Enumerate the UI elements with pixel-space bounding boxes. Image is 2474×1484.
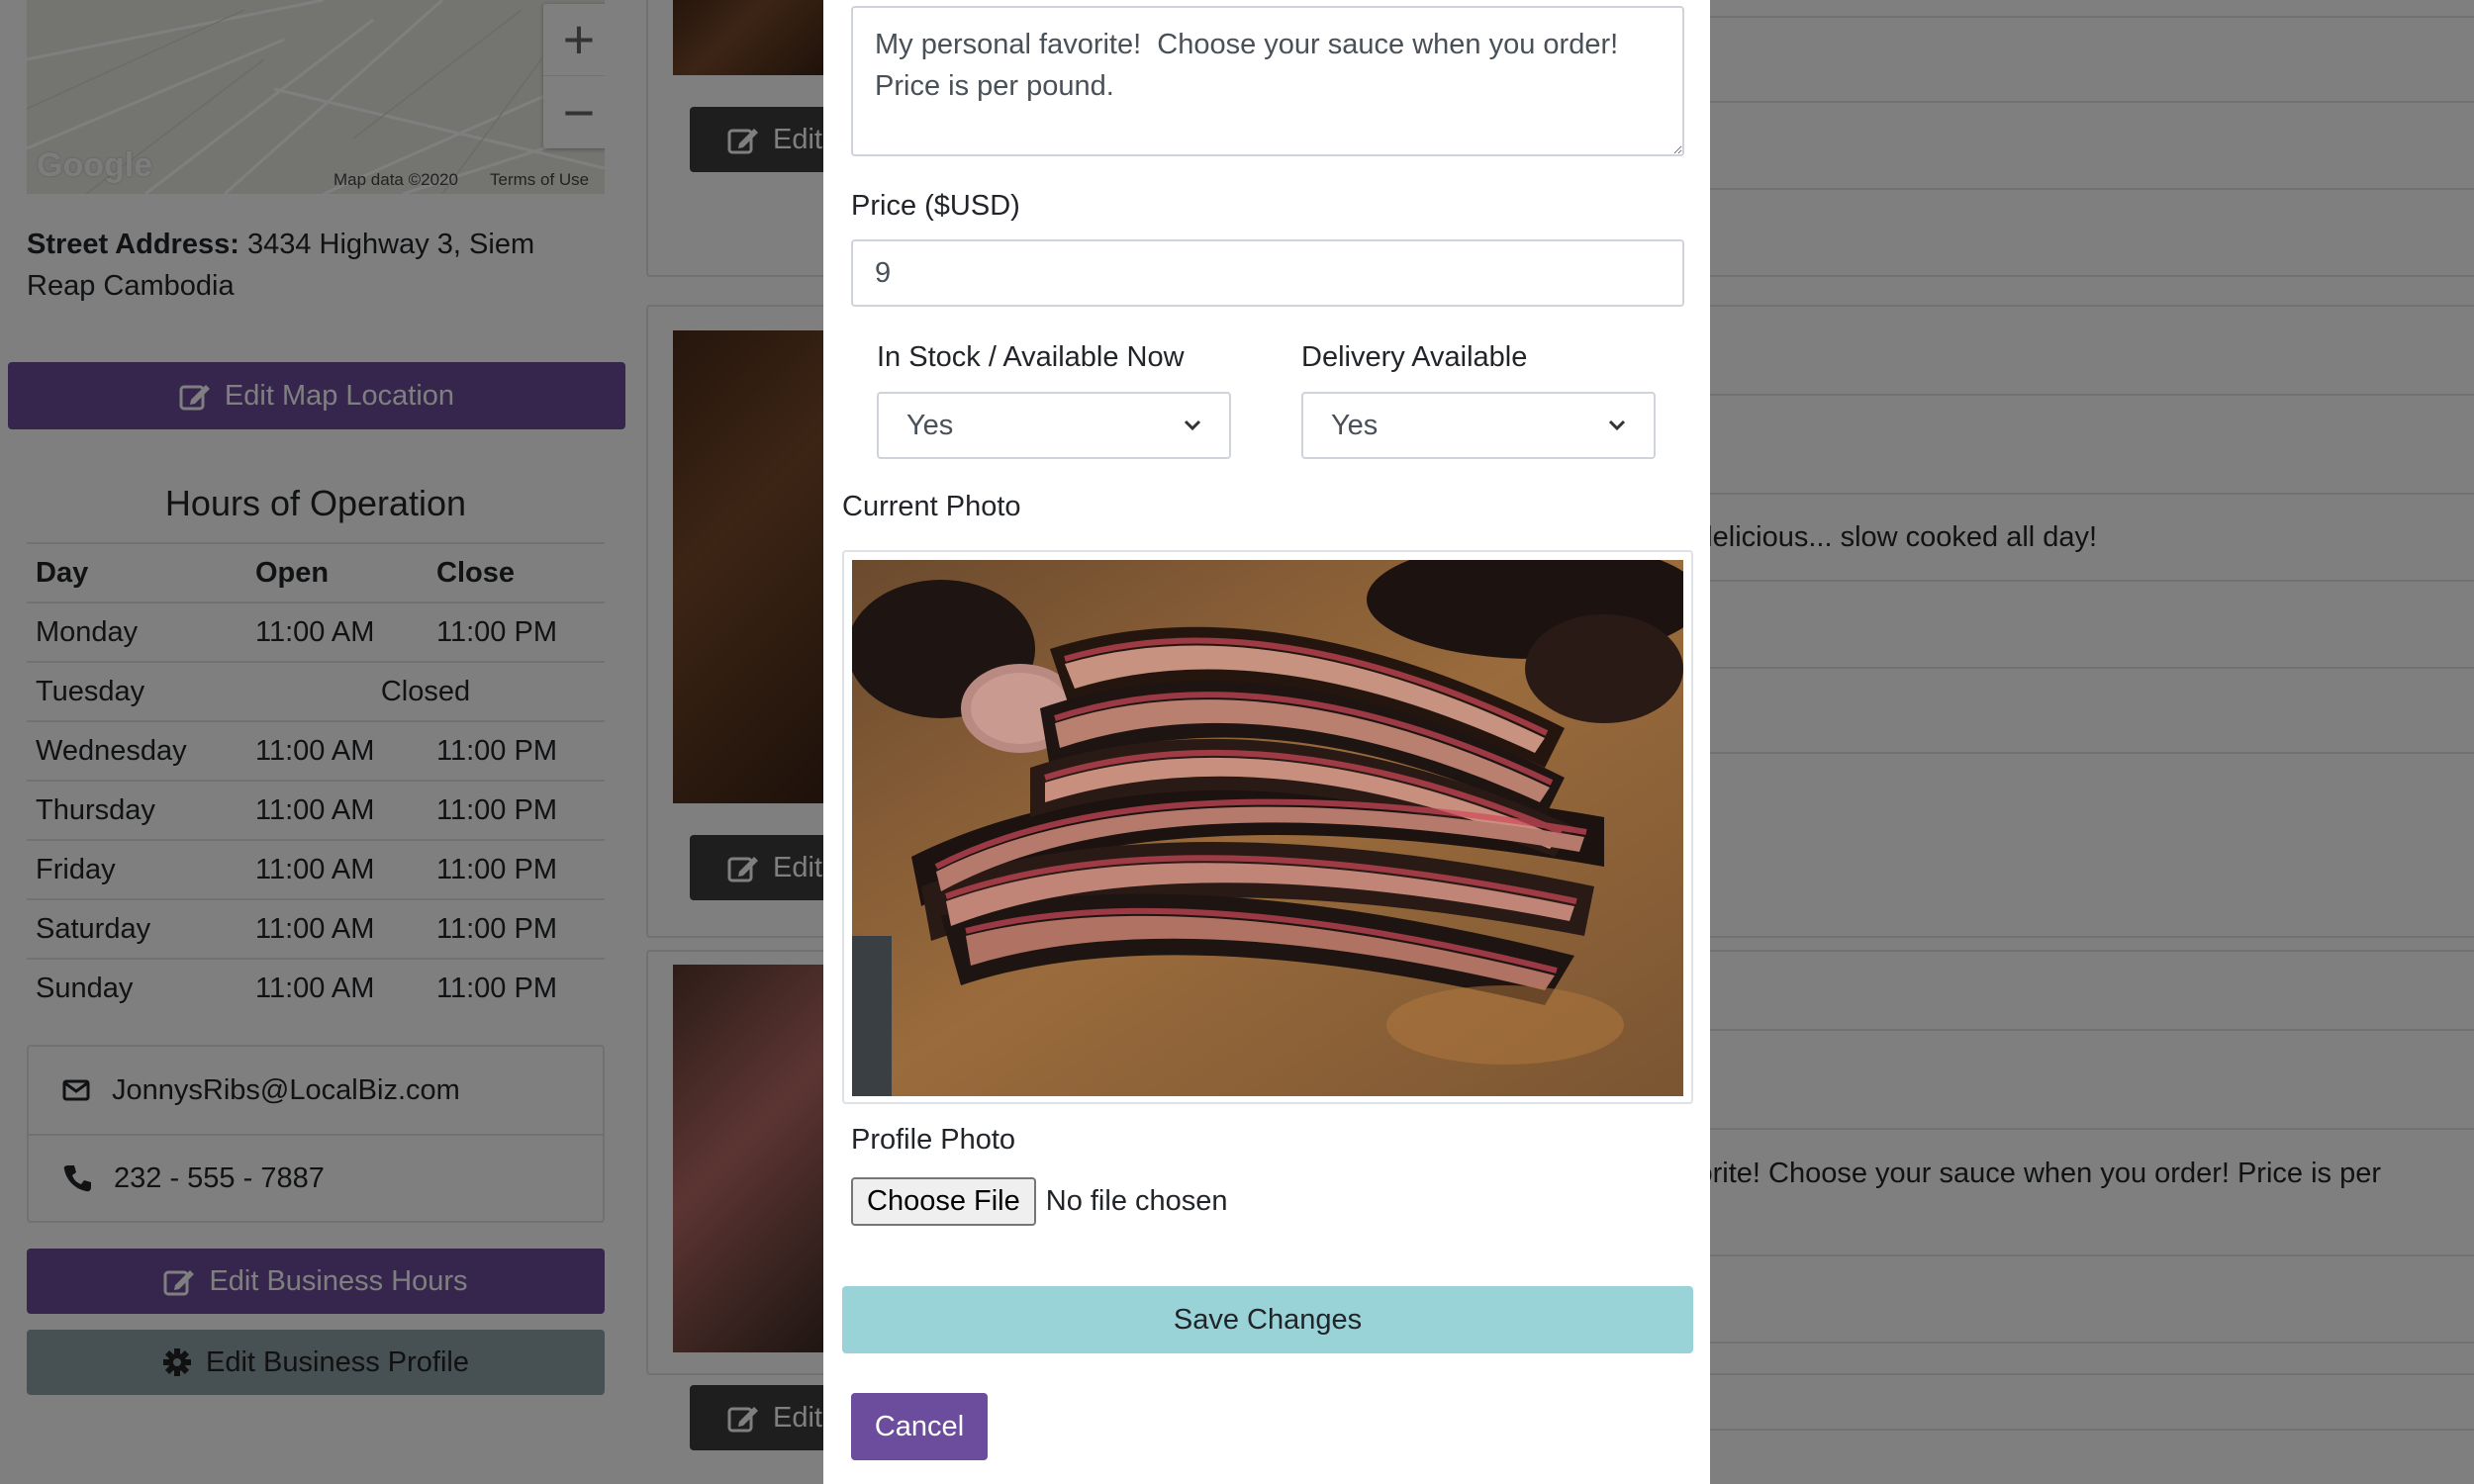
no-file-chosen-text: No file chosen [1045, 1185, 1228, 1217]
profile-photo-file-input: Choose File No file chosen [851, 1177, 1228, 1226]
delivery-select[interactable]: Yes [1301, 392, 1656, 459]
price-input-value: 9 [875, 256, 892, 289]
current-photo-label: Current Photo [842, 491, 1021, 522]
save-changes-button[interactable]: Save Changes [842, 1286, 1693, 1353]
current-photo [852, 560, 1683, 1096]
choose-file-button[interactable]: Choose File [851, 1177, 1036, 1226]
description-textarea[interactable]: My personal favorite! Choose your sauce … [851, 6, 1684, 156]
price-input[interactable]: 9 [851, 239, 1684, 307]
chevron-down-icon [1608, 419, 1626, 431]
in-stock-select-value: Yes [906, 409, 954, 441]
chevron-down-icon [1184, 419, 1201, 431]
delivery-select-value: Yes [1331, 409, 1379, 441]
current-photo-frame [842, 550, 1693, 1104]
profile-photo-label: Profile Photo [851, 1124, 1016, 1156]
in-stock-select[interactable]: Yes [877, 392, 1231, 459]
edit-menu-item-modal: My personal favorite! Choose your sauce … [823, 0, 1710, 1484]
price-label: Price ($USD) [851, 190, 1020, 222]
in-stock-label: In Stock / Available Now [877, 341, 1185, 373]
delivery-label: Delivery Available [1301, 341, 1528, 373]
brisket-photo-illustration [852, 560, 1683, 1096]
cancel-button[interactable]: Cancel [851, 1393, 988, 1460]
